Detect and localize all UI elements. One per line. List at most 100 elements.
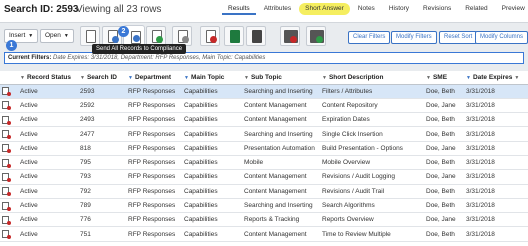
cell-sub-topic: Content Management bbox=[242, 184, 320, 199]
cell-date-expires: 3/31/2018 bbox=[464, 226, 528, 242]
document-check-icon[interactable] bbox=[146, 26, 166, 46]
cell-department: RFP Responses bbox=[126, 198, 182, 214]
reset-sort-button[interactable]: Reset Sort bbox=[439, 31, 478, 44]
cell-sme: Doe, Jane bbox=[424, 98, 464, 114]
chevron-down-icon: ▼ bbox=[28, 33, 34, 39]
cell-date-expires: 3/31/2018 bbox=[464, 155, 528, 171]
record-icon-cell[interactable] bbox=[0, 112, 18, 128]
column-header-icon bbox=[0, 71, 18, 85]
document-flag-icon[interactable] bbox=[172, 26, 192, 46]
open-dropdown[interactable]: Open ▼ bbox=[40, 29, 74, 43]
cell-sub-topic: Content Management bbox=[242, 226, 320, 242]
column-header-short-description[interactable]: ▼ Short Description bbox=[320, 71, 424, 85]
page-header: Search ID: 2593 Viewing all 23 rows Resu… bbox=[0, 0, 528, 22]
cell-sub-topic: Content Management bbox=[242, 169, 320, 185]
record-icon-cell[interactable] bbox=[0, 184, 18, 199]
column-header-sub-topic[interactable]: ▼ Sub Topic bbox=[242, 71, 320, 85]
print-icon[interactable] bbox=[246, 26, 266, 46]
cell-department: RFP Responses bbox=[126, 126, 182, 142]
table-row[interactable]: Active 776 RFP Responses Capabilities Report… bbox=[0, 212, 528, 228]
tab-notes[interactable]: Notes bbox=[352, 3, 381, 15]
column-header-record-status[interactable]: ▼ Record Status bbox=[18, 71, 78, 85]
clear-filters-button[interactable]: Clear Filters bbox=[348, 31, 391, 44]
cell-main-topic: Capabilities bbox=[182, 126, 242, 142]
table-row[interactable]: Active 792 RFP Responses Capabilities Conten… bbox=[0, 184, 528, 199]
record-document-icon bbox=[2, 187, 11, 197]
table-row[interactable]: Active 2592 RFP Responses Capabilities Conte… bbox=[0, 98, 528, 114]
cell-short-description: Build Presentation - Options bbox=[320, 141, 424, 156]
cell-date-expires: 3/31/2018 bbox=[464, 169, 528, 185]
cell-sme: Doe, Beth bbox=[424, 126, 464, 142]
tab-short-answer[interactable]: Short Answer bbox=[299, 3, 350, 15]
tab-results[interactable]: Results bbox=[222, 3, 256, 15]
cell-record-status: Active bbox=[18, 184, 78, 199]
table-row[interactable]: Active 789 RFP Responses Capabilities Search… bbox=[0, 198, 528, 214]
tab-preview[interactable]: Preview bbox=[496, 3, 528, 15]
record-icon-cell[interactable] bbox=[0, 198, 18, 214]
sort-desc-icon: ▼ bbox=[514, 74, 520, 81]
record-document-icon bbox=[2, 130, 11, 140]
table-row[interactable]: Active 818 RFP Responses Capabilities Presen… bbox=[0, 141, 528, 156]
cell-main-topic: Capabilities bbox=[182, 155, 242, 171]
record-document-icon bbox=[2, 230, 11, 240]
excel-export-icon[interactable] bbox=[224, 26, 244, 46]
record-icon-cell[interactable] bbox=[0, 98, 18, 114]
column-header-sme[interactable]: ▼ SME bbox=[424, 71, 464, 85]
tab-history[interactable]: History bbox=[383, 3, 415, 15]
column-header-search-id[interactable]: ▼ Search ID bbox=[78, 71, 126, 85]
add-to-folder-icon[interactable] bbox=[306, 26, 326, 46]
record-icon-cell[interactable] bbox=[0, 169, 18, 185]
cell-short-description: Revisions / Audit Trail bbox=[320, 184, 424, 199]
modify-filters-button[interactable]: Modify Filters bbox=[391, 31, 437, 44]
results-table-container: ▼ Record Status ▼ Search ID ▼ Department ▼ M… bbox=[0, 71, 528, 246]
cell-department: RFP Responses bbox=[126, 98, 182, 114]
table-row[interactable]: Active 2593 RFP Responses Capabilities Searc… bbox=[0, 84, 528, 99]
copy-record-icon[interactable] bbox=[80, 26, 100, 46]
cell-search-id: 795 bbox=[78, 155, 126, 171]
remove-from-folder-icon[interactable] bbox=[280, 26, 300, 46]
delete-record-icon[interactable] bbox=[200, 26, 220, 46]
record-document-icon bbox=[2, 158, 11, 168]
modify-columns-button[interactable]: Modify Columns bbox=[475, 31, 528, 44]
cell-department: RFP Responses bbox=[126, 84, 182, 99]
cell-date-expires: 3/31/2018 bbox=[464, 212, 528, 228]
cell-main-topic: Capabilities bbox=[182, 112, 242, 128]
tab-related[interactable]: Related bbox=[459, 3, 493, 15]
tab-revisions[interactable]: Revisions bbox=[417, 3, 457, 15]
record-icon-cell[interactable] bbox=[0, 126, 18, 142]
record-icon-cell[interactable] bbox=[0, 84, 18, 99]
cell-short-description: Single Click Insertion bbox=[320, 126, 424, 142]
cell-record-status: Active bbox=[18, 212, 78, 228]
cell-record-status: Active bbox=[18, 226, 78, 242]
current-filters-bar: Current Filters: Date Expires: 3/31/2018… bbox=[4, 52, 524, 64]
tab-attributes[interactable]: Attributes bbox=[258, 3, 297, 15]
column-header-department[interactable]: ▼ Department bbox=[126, 71, 182, 85]
cell-department: RFP Responses bbox=[126, 112, 182, 128]
record-document-icon bbox=[2, 115, 11, 125]
callout-marker-1: 1 bbox=[6, 40, 17, 51]
header-label: Search ID bbox=[86, 73, 117, 81]
cell-record-status: Active bbox=[18, 198, 78, 214]
column-header-main-topic[interactable]: ▼ Main Topic bbox=[182, 71, 242, 85]
header-label: Date Expires bbox=[472, 73, 513, 81]
record-icon-cell[interactable] bbox=[0, 155, 18, 171]
record-icon-cell[interactable] bbox=[0, 212, 18, 228]
filters-value: Date Expires: 3/31/2018, Department: RFP… bbox=[53, 55, 266, 61]
filter-icon: ▼ bbox=[128, 74, 133, 81]
cell-main-topic: Capabilities bbox=[182, 141, 242, 156]
cell-main-topic: Capabilities bbox=[182, 84, 242, 99]
table-row[interactable]: Active 2477 RFP Responses Capabilities Searc… bbox=[0, 126, 528, 142]
table-row[interactable]: Active 795 RFP Responses Capabilities Mobile… bbox=[0, 155, 528, 171]
cell-department: RFP Responses bbox=[126, 212, 182, 228]
table-row[interactable]: Active 751 RFP Responses Capabilities Conten… bbox=[0, 226, 528, 242]
table-row[interactable]: Active 2493 RFP Responses Capabilities Conte… bbox=[0, 112, 528, 128]
cell-search-id: 776 bbox=[78, 212, 126, 228]
column-header-date-expires[interactable]: ▼ Date Expires ▼ bbox=[464, 71, 528, 85]
table-row[interactable]: Active 793 RFP Responses Capabilities Conten… bbox=[0, 169, 528, 185]
record-icon-cell[interactable] bbox=[0, 226, 18, 242]
cell-sme: Doe, Beth bbox=[424, 84, 464, 99]
sort-icon: ▼ bbox=[20, 74, 25, 81]
sort-icon: ▼ bbox=[426, 74, 431, 81]
cell-sub-topic: Content Management bbox=[242, 98, 320, 114]
record-icon-cell[interactable] bbox=[0, 141, 18, 156]
